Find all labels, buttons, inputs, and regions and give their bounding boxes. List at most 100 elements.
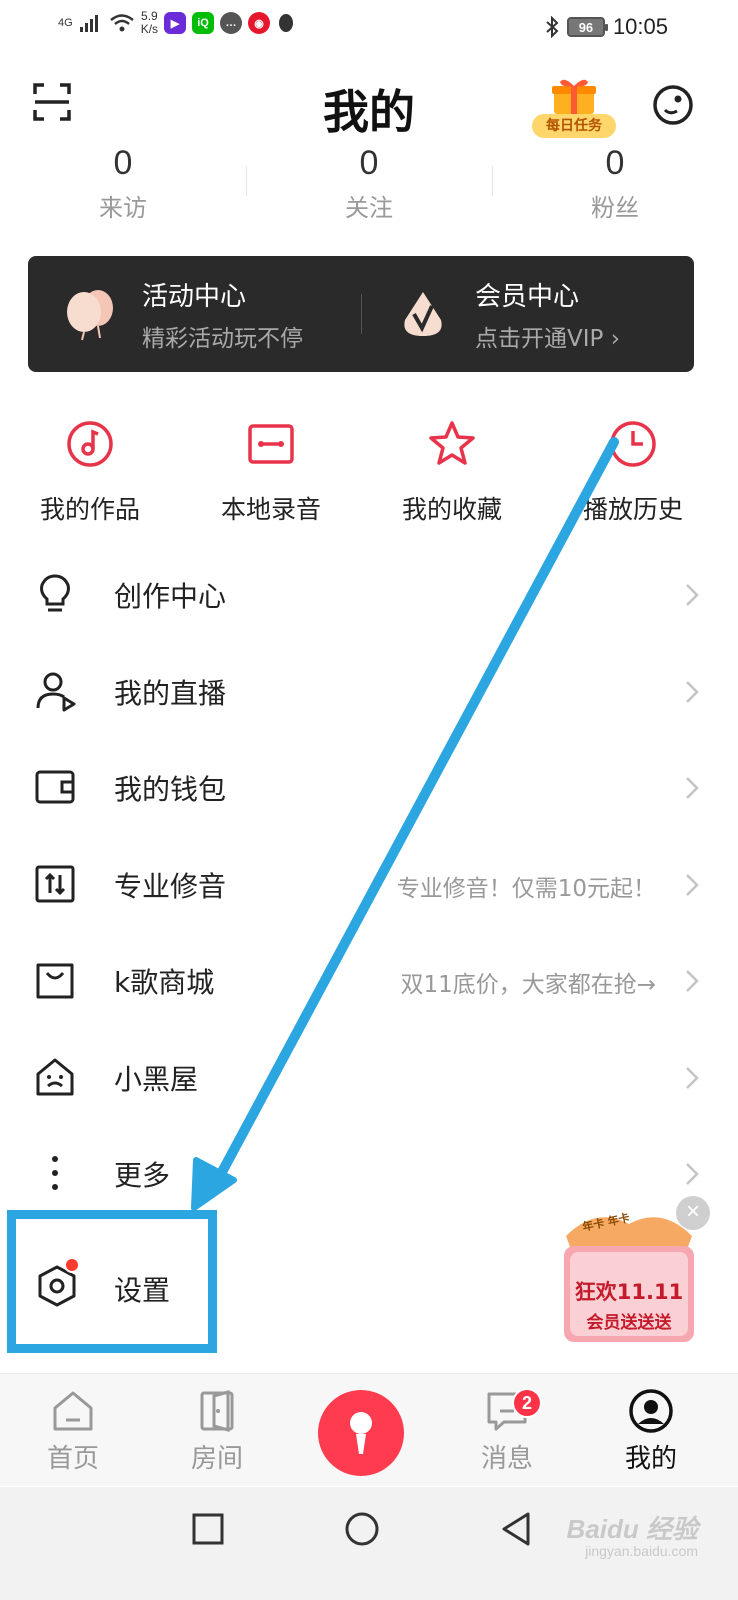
stat-value: 0 [605, 148, 625, 178]
video-app-icon: ▶ [164, 12, 187, 34]
menu-label: k歌商城 [114, 966, 215, 999]
skin-theme-icon[interactable] [652, 84, 694, 126]
tab-rooms[interactable]: 房间 [162, 1388, 272, 1475]
promo-close-button[interactable]: × [676, 1196, 710, 1230]
message-badge: 2 [512, 1388, 542, 1418]
quick-label: 我的作品 [39, 495, 140, 524]
activity-title: 活动中心 [142, 281, 247, 312]
system-nav-bar: Baidu 经验 jingyan.baidu.com [0, 1487, 738, 1600]
status-left: 4G 5.9 K/s ▶ iQ … ◉ [58, 10, 296, 36]
annotation-highlight-box [7, 1210, 217, 1353]
microphone-icon [350, 1412, 372, 1454]
tab-me[interactable]: 我的 [596, 1388, 706, 1475]
balloon-icon [67, 290, 113, 341]
quick-favorites[interactable]: 我的收藏 [362, 412, 542, 526]
network-indicator: 4G [58, 17, 73, 29]
quick-local-recording[interactable]: 本地录音 [181, 412, 361, 526]
recent-apps-icon[interactable] [188, 1509, 228, 1549]
live-user-icon [36, 672, 76, 711]
chevron-right-icon [686, 873, 699, 896]
star-icon [429, 421, 475, 465]
tab-label: 房间 [190, 1444, 243, 1474]
shopping-bag-icon [36, 963, 74, 999]
back-triangle-icon[interactable] [496, 1509, 536, 1549]
clock-icon [610, 421, 656, 467]
iqiyi-icon: iQ [192, 12, 215, 34]
stat-visitors[interactable]: 0 来访 [0, 148, 246, 228]
tab-home[interactable]: 首页 [18, 1388, 128, 1475]
vip-center-button[interactable]: 会员中心 点击开通VIP › [361, 256, 694, 372]
tab-label: 首页 [46, 1444, 99, 1474]
lightbulb-icon [40, 574, 70, 612]
chevron-right-icon [686, 584, 699, 606]
daily-task-label: 每日任务 [532, 114, 616, 138]
chat-bubble-icon: … [220, 12, 243, 34]
quick-label: 我的收藏 [401, 495, 502, 524]
activity-subtitle: 精彩活动玩不停 [142, 325, 303, 352]
quick-my-works[interactable]: 我的作品 [0, 412, 180, 526]
music-disc-icon [67, 421, 113, 467]
quick-actions: 我的作品 本地录音 我的收藏 播放历史 [0, 412, 738, 532]
menu-label: 小黑屋 [114, 1062, 199, 1096]
promo-title: 狂欢11.11 [574, 1280, 684, 1304]
vip-subtitle: 点击开通VIP › [475, 325, 620, 352]
qq-penguin-icon [279, 14, 294, 32]
tab-label: 我的 [624, 1444, 677, 1474]
stat-value: 0 [359, 148, 379, 178]
clock: 10:05 [612, 14, 668, 39]
promo-subtitle: 会员送送送 [586, 1313, 672, 1333]
tab-messages[interactable]: 2 消息 [452, 1388, 562, 1475]
menu-label: 更多 [114, 1159, 171, 1192]
net-speed: 5.9 K/s [141, 10, 158, 36]
menu-my-wallet[interactable]: 我的钱包 [0, 738, 738, 835]
home-circle-icon[interactable] [342, 1509, 382, 1549]
menu-label: 我的钱包 [114, 773, 227, 806]
vip-bag-icon [404, 292, 442, 336]
activity-center-button[interactable]: 活动中心 精彩活动玩不停 [28, 256, 361, 372]
tab-label: 消息 [480, 1444, 533, 1474]
menu-label: 我的直播 [114, 676, 227, 710]
chevron-right-icon [686, 680, 699, 703]
page-title: 我的 [323, 85, 415, 139]
menu-hint: 专业修音！仅需10元起！ [396, 875, 656, 902]
status-bar: 4G 5.9 K/s ▶ iQ … ◉ 96 10:05 [0, 0, 738, 56]
cassette-icon [248, 424, 294, 464]
menu-pro-tuning[interactable]: 专业修音 专业修音！仅需10元起！ [0, 835, 738, 932]
menu-my-live[interactable]: 我的直播 [0, 642, 738, 739]
more-vertical-icon [52, 1156, 58, 1190]
chevron-right-icon [686, 970, 699, 992]
quick-label: 播放历史 [582, 495, 683, 524]
watermark-brand: Baidu 经验 [566, 1514, 698, 1544]
record-button[interactable] [318, 1390, 404, 1476]
stat-value: 0 [113, 148, 133, 178]
menu-label: 创作中心 [114, 580, 227, 613]
menu-k-song-mall[interactable]: k歌商城 双11底价，大家都在抢→ [0, 931, 738, 1028]
chevron-right-icon [686, 1066, 699, 1089]
profile-icon [629, 1389, 673, 1433]
stat-following[interactable]: 0 关注 [246, 148, 492, 228]
chevron-right-icon [686, 777, 699, 799]
menu-list: 创作中心 我的直播 我的钱包 专业修音 专业修音！仅需10元起！ k歌商城 双1… [0, 545, 738, 1221]
header: 我的 每日任务 [0, 60, 738, 150]
menu-creation-center[interactable]: 创作中心 [0, 545, 738, 642]
status-right: 96 10:05 [545, 14, 668, 40]
stat-label: 来访 [99, 194, 147, 222]
gift-icon [552, 79, 596, 114]
weibo-icon: ◉ [248, 12, 271, 34]
wifi-icon [109, 14, 134, 32]
menu-hint: 双11底价，大家都在抢→ [400, 972, 656, 998]
stat-label: 关注 [345, 194, 393, 222]
menu-label: 专业修音 [114, 869, 227, 903]
bottom-nav: 首页 房间 2 消息 我的 [0, 1373, 738, 1486]
bluetooth-icon [546, 16, 559, 38]
daily-task-button[interactable]: 每日任务 [532, 72, 616, 138]
home-icon [53, 1391, 93, 1431]
quick-label: 本地录音 [220, 495, 321, 524]
menu-little-black-room[interactable]: 小黑屋 [0, 1028, 738, 1125]
quick-play-history[interactable]: 播放历史 [543, 412, 723, 526]
profile-stats: 0 来访 0 关注 0 粉丝 [0, 148, 738, 228]
room-door-icon [200, 1390, 234, 1432]
vip-title: 会员中心 [475, 281, 580, 312]
stat-fans[interactable]: 0 粉丝 [492, 148, 738, 228]
promo-banner: 活动中心 精彩活动玩不停 会员中心 点击开通VIP › [28, 256, 694, 372]
